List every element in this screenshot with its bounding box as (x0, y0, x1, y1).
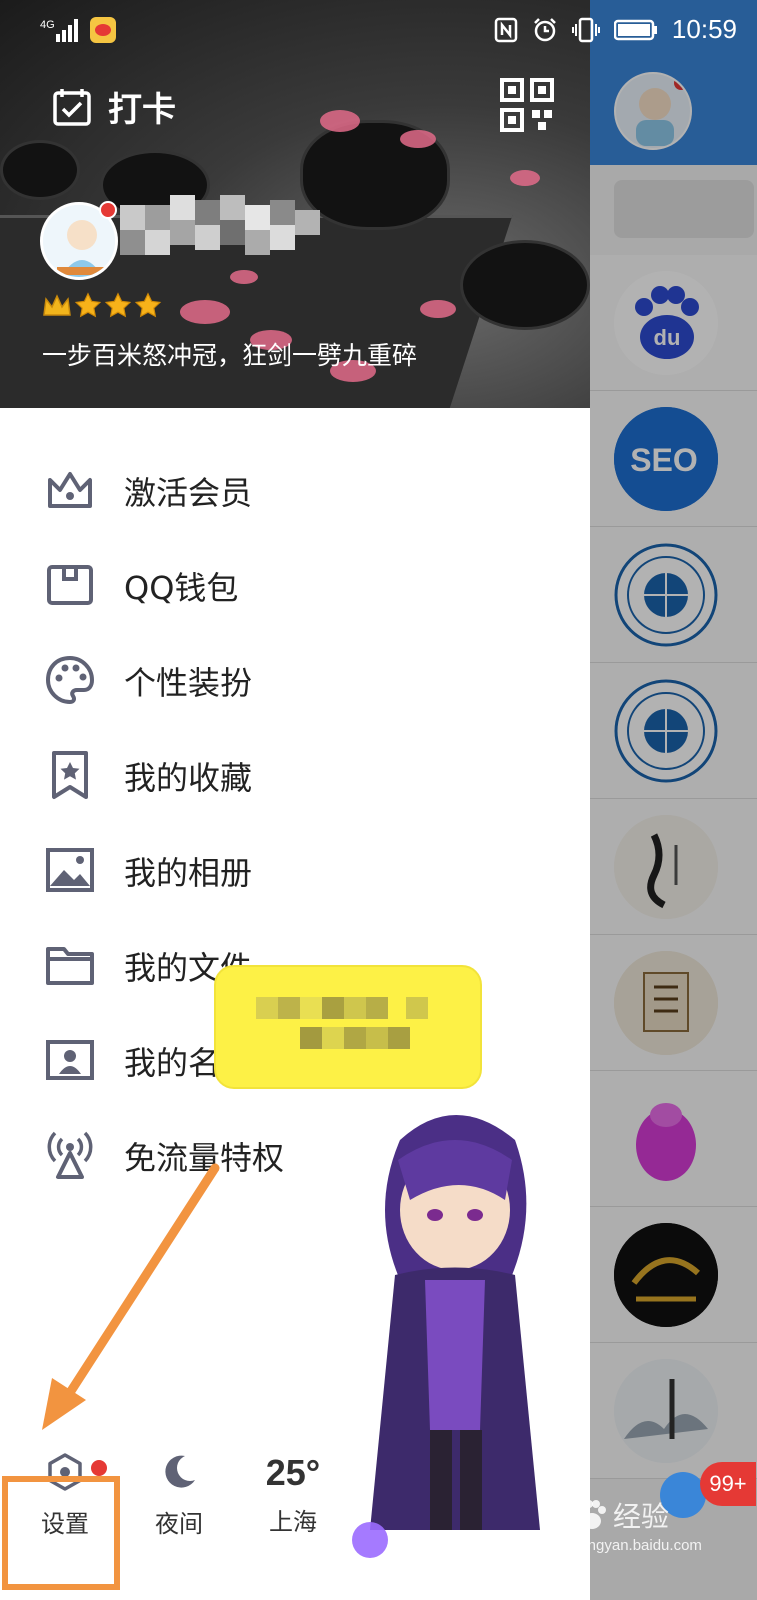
checkin-button[interactable]: 打卡 (52, 82, 176, 131)
night-mode-button[interactable]: 夜间 (124, 1452, 234, 1539)
menu-item-label: 激活会员 (124, 474, 253, 512)
picture-icon (44, 844, 96, 896)
notification-dot (91, 1460, 107, 1476)
highlight-box (2, 1476, 120, 1590)
star-icon (104, 292, 132, 318)
checkin-label: 打卡 (108, 90, 176, 130)
pet-speech-bubble[interactable] (214, 965, 482, 1089)
menu-item-label: QQ钱包 (124, 569, 239, 607)
baidu-paw-icon (579, 1500, 606, 1529)
svg-text:4G: 4G (40, 19, 55, 31)
signal-icon: 4G (40, 19, 78, 42)
star-icon (74, 292, 102, 318)
vibrate-icon (571, 17, 600, 42)
bubble-text-pixelated (256, 997, 428, 1049)
notification-dot (99, 201, 117, 219)
baidu-jingyan-watermark: 经验 jingyan.baidu.com (575, 1495, 755, 1554)
menu-item-label: 免流量特权 (124, 1139, 285, 1177)
city-label: 上海 (269, 1508, 317, 1536)
menu-item-personalize[interactable]: 个性装扮 (0, 632, 590, 727)
night-label: 夜间 (155, 1510, 203, 1538)
wallet-icon (44, 559, 96, 611)
watermark-text: 经验 (613, 1500, 670, 1533)
drawer-scrim[interactable] (590, 0, 757, 1600)
alarm-icon (534, 17, 556, 41)
palette-icon (44, 654, 96, 706)
signal-tower-icon (44, 1129, 96, 1181)
menu-item-favorites[interactable]: 我的收藏 (0, 727, 590, 822)
menu-item-album[interactable]: 我的相册 (0, 822, 590, 917)
weather-button[interactable]: 25° 上海 (238, 1452, 348, 1537)
nfc-icon (494, 17, 518, 42)
bookmark-star-icon (44, 749, 96, 801)
weibo-icon (90, 17, 116, 43)
personal-signature[interactable]: 一步百米怒冲冠，狂剑一劈九重碎 (42, 336, 417, 372)
qr-code-icon[interactable] (500, 78, 554, 132)
moon-icon (165, 1455, 195, 1488)
temperature: 25° (265, 1452, 321, 1493)
crown-outline-icon (44, 464, 96, 516)
status-bar: 4G 10:59 (0, 0, 757, 62)
clock: 10:59 (671, 14, 737, 44)
menu-item-activate-vip[interactable]: 激活会员 (0, 442, 590, 537)
pet-character[interactable] (340, 1100, 570, 1560)
star-icon (134, 292, 162, 318)
menu-item-label: 我的相册 (124, 854, 253, 892)
nickname-pixelated (120, 195, 325, 275)
folder-icon (44, 939, 96, 991)
menu-item-label: 个性装扮 (124, 664, 253, 702)
calendar-check-icon (53, 88, 91, 126)
menu-item-qq-wallet[interactable]: QQ钱包 (0, 537, 590, 632)
battery-icon (613, 19, 657, 40)
level-badges[interactable] (42, 292, 162, 320)
watermark-url: jingyan.baidu.com (581, 1537, 702, 1554)
id-card-icon (44, 1034, 96, 1086)
crown-icon (43, 294, 71, 316)
menu-item-label: 我的收藏 (124, 759, 253, 797)
